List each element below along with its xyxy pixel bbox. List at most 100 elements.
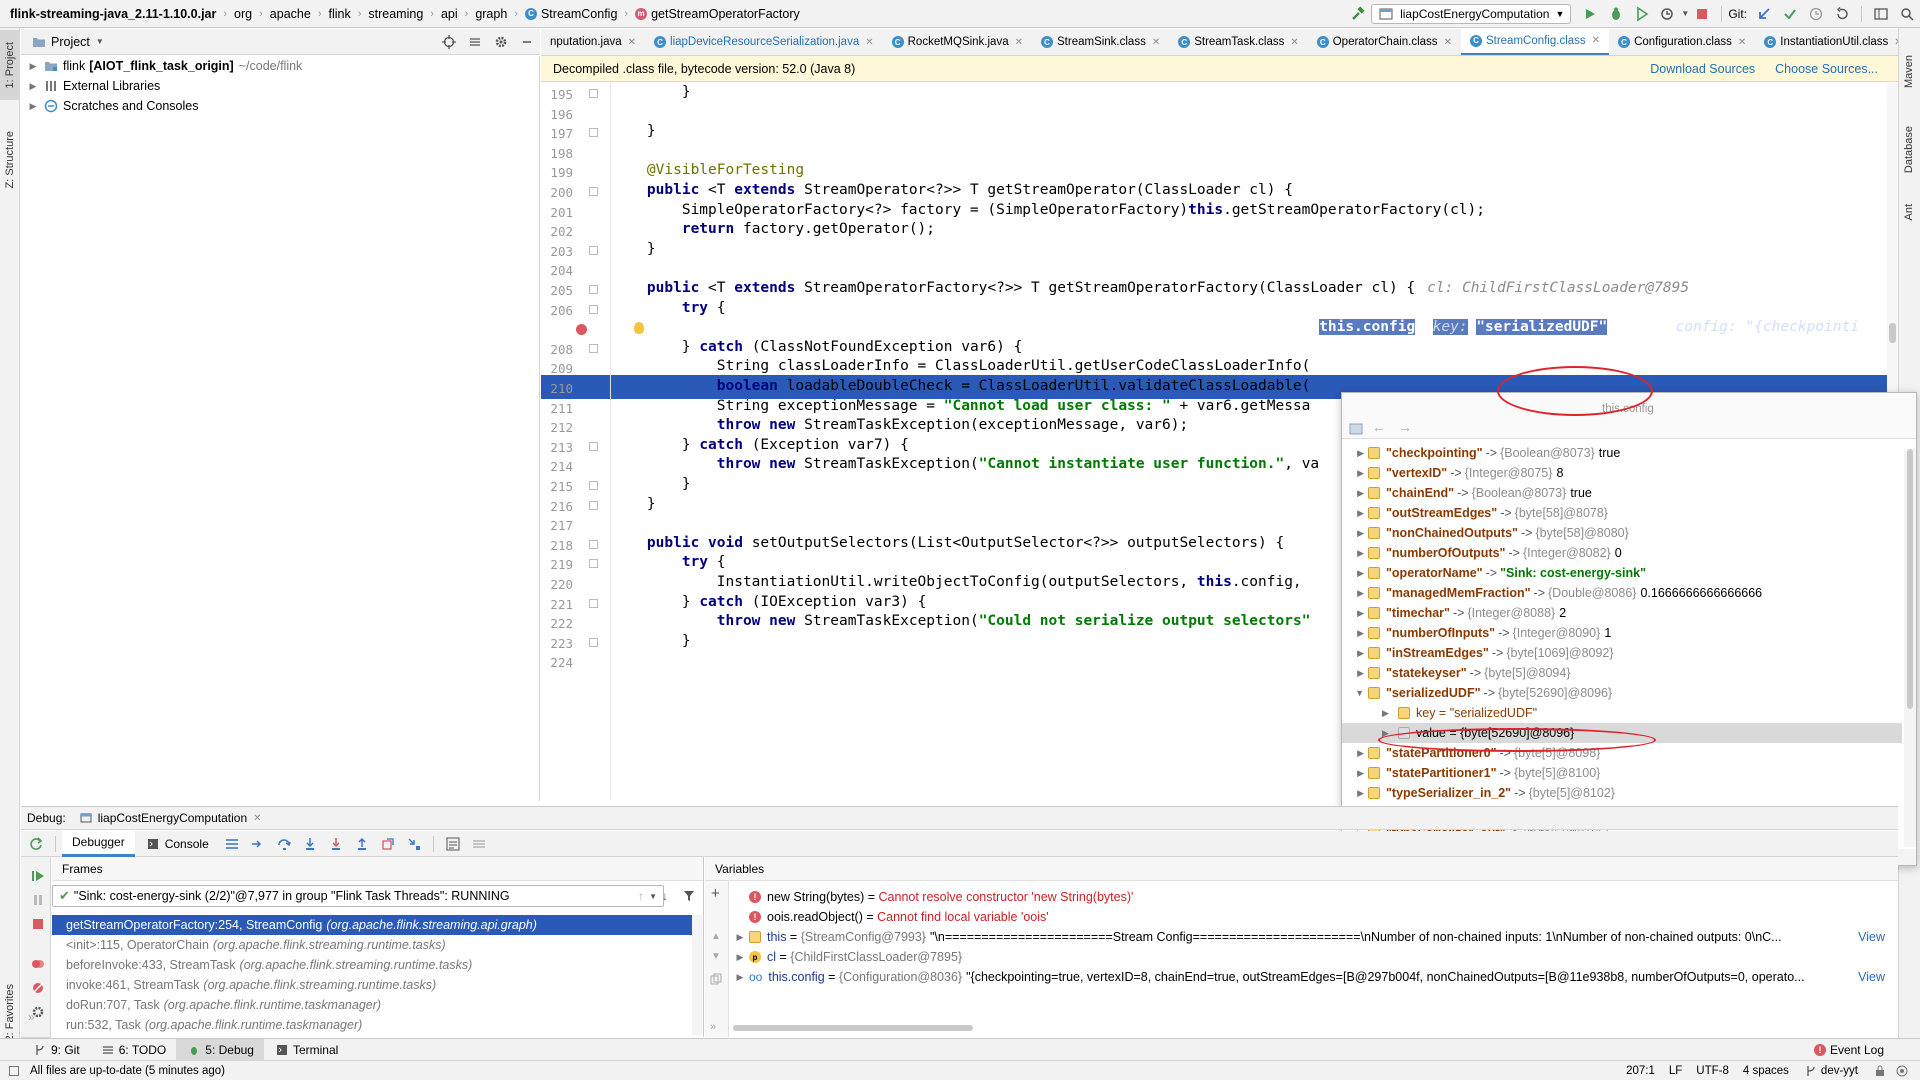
- bottom-tab-debug[interactable]: 5: Debug: [176, 1038, 264, 1061]
- tool-tab-database[interactable]: Database: [1899, 110, 1919, 190]
- fold-marker-icon[interactable]: [589, 539, 598, 549]
- variables-hscrollbar-thumb[interactable]: [733, 1025, 973, 1031]
- view-link[interactable]: View: [1858, 970, 1885, 984]
- drop-frame-icon[interactable]: [377, 833, 399, 855]
- bottom-tab-git[interactable]: 9: Git: [22, 1039, 90, 1061]
- fold-marker-icon[interactable]: [589, 637, 598, 647]
- show-execution-point-icon[interactable]: [247, 833, 269, 855]
- status-square-icon[interactable]: [6, 1063, 22, 1079]
- expand-arrow-icon[interactable]: ▶: [1342, 588, 1364, 599]
- back-arrow-icon[interactable]: ←: [1372, 419, 1386, 435]
- tree-view-icon[interactable]: [1348, 421, 1364, 437]
- resume-icon[interactable]: [27, 865, 49, 887]
- expand-arrow-icon[interactable]: ▶: [1342, 648, 1364, 659]
- breadcrumb-item[interactable]: flink: [328, 7, 350, 21]
- fold-marker-icon[interactable]: [589, 245, 598, 255]
- bottom-tab-todo[interactable]: 6: TODO: [90, 1039, 177, 1061]
- popup-entry[interactable]: ▶ "typeSerializer_in_2" -> {byte[5]@8102}: [1342, 783, 1902, 803]
- expand-arrow-icon[interactable]: ▼: [1342, 688, 1364, 698]
- history-icon[interactable]: [1805, 3, 1827, 25]
- line-separator[interactable]: LF: [1669, 1065, 1682, 1077]
- close-icon[interactable]: ✕: [1444, 37, 1452, 48]
- breadcrumb-item[interactable]: streaming: [368, 7, 423, 21]
- frames-scrollbar[interactable]: [692, 915, 702, 1035]
- git-commit-icon[interactable]: [1779, 3, 1801, 25]
- tree-item-scratches[interactable]: ▶ Scratches and Consoles: [21, 96, 539, 116]
- variables-hscrollbar[interactable]: [733, 1021, 1893, 1035]
- editor-tab[interactable]: Cnputation.java✕: [541, 29, 645, 55]
- breadcrumb-item[interactable]: graph: [475, 7, 507, 21]
- close-icon[interactable]: ✕: [628, 37, 636, 48]
- copy-icon[interactable]: [710, 973, 722, 988]
- popup-entry[interactable]: ▼ "serializedUDF" -> {byte[52690]@8096}: [1342, 683, 1902, 703]
- expand-arrow-icon[interactable]: ▶: [1342, 748, 1364, 759]
- fold-marker-icon[interactable]: [589, 128, 598, 138]
- file-encoding[interactable]: UTF-8: [1696, 1065, 1729, 1077]
- run-configuration-select[interactable]: liapCostEnergyComputation ▼: [1371, 3, 1572, 24]
- popup-entry[interactable]: ▶ "vertexID" -> {Integer@8075} 8: [1342, 463, 1902, 483]
- pause-icon[interactable]: [27, 889, 49, 911]
- arrow-up-icon[interactable]: ▲: [711, 931, 721, 942]
- breadcrumb-item[interactable]: org: [234, 7, 252, 21]
- lock-icon[interactable]: [1872, 1063, 1888, 1079]
- popup-entry[interactable]: ▶ "operatorName" -> "Sink: cost-energy-sink…: [1342, 563, 1902, 583]
- choose-sources-link[interactable]: Choose Sources...: [1775, 62, 1878, 76]
- fold-marker-icon[interactable]: [589, 343, 598, 353]
- expand-arrow-icon[interactable]: ▶: [27, 101, 39, 112]
- editor-tab[interactable]: C RocketMQSink.java ✕: [883, 29, 1032, 55]
- tool-tab-maven[interactable]: Maven: [1899, 42, 1919, 102]
- debug-icon[interactable]: [1605, 3, 1627, 25]
- editor-tab[interactable]: C StreamSink.class ✕: [1032, 29, 1169, 55]
- project-structure-icon[interactable]: [1870, 3, 1892, 25]
- mute-breakpoints-icon[interactable]: [27, 977, 49, 999]
- arrow-down-icon[interactable]: ▼: [711, 951, 721, 962]
- breadcrumb-item[interactable]: apache: [270, 7, 311, 21]
- popup-scrollbar-thumb[interactable]: [1907, 449, 1913, 709]
- fold-marker-icon[interactable]: [589, 304, 598, 314]
- variable-row[interactable]: ! oois.readObject() = Cannot find local v…: [733, 907, 1893, 927]
- fold-marker-icon[interactable]: [589, 441, 598, 451]
- coverage-icon[interactable]: [1631, 3, 1653, 25]
- download-sources-link[interactable]: Download Sources: [1650, 62, 1755, 76]
- variable-row[interactable]: ▶ oo this.config = {Configuration@8036} "{c…: [733, 967, 1893, 987]
- close-icon[interactable]: ✕: [1015, 37, 1023, 48]
- expand-arrow-icon[interactable]: ▶: [1342, 468, 1364, 479]
- rollback-icon[interactable]: [1831, 3, 1853, 25]
- force-step-into-icon[interactable]: [325, 833, 347, 855]
- cursor-position[interactable]: 207:1: [1626, 1065, 1655, 1077]
- view-link[interactable]: View: [1858, 930, 1885, 944]
- close-icon[interactable]: ✕: [1738, 37, 1746, 48]
- value-popup[interactable]: this.config ← → ▶ "checkpointing" -> {Boole…: [1341, 392, 1917, 866]
- stack-frame[interactable]: doRun:707, Task (org.apache.flink.runtime…: [52, 995, 692, 1015]
- variable-row[interactable]: ▶ p cl = {ChildFirstClassLoader@7895}: [733, 947, 1893, 967]
- locate-icon[interactable]: [438, 31, 460, 53]
- popup-entry[interactable]: ▶ "checkpointing" -> {Boolean@8073} true: [1342, 443, 1902, 463]
- stack-frame[interactable]: <init>:115, OperatorChain (org.apache.fli…: [52, 935, 692, 955]
- fold-marker-icon[interactable]: [589, 559, 598, 569]
- popup-entry[interactable]: ▶ "inStreamEdges" -> {byte[1069]@8092}: [1342, 643, 1902, 663]
- expand-arrow-icon[interactable]: ▶: [1342, 548, 1364, 559]
- close-icon[interactable]: ✕: [865, 37, 873, 48]
- close-icon[interactable]: ✕: [1152, 37, 1160, 48]
- run-icon[interactable]: [1579, 3, 1601, 25]
- stop-icon[interactable]: [27, 913, 49, 935]
- editor-tab[interactable]: CInstantiationUtil.class ✕: [1755, 29, 1898, 55]
- bottom-tab-terminal[interactable]: Terminal: [264, 1039, 348, 1061]
- expand-arrow-icon[interactable]: ▶: [1342, 608, 1364, 619]
- editor-scrollbar-thumb[interactable]: [1889, 323, 1896, 343]
- stack-frame[interactable]: beforeInvoke:433, StreamTask (org.apache.…: [52, 955, 692, 975]
- gear-icon[interactable]: [490, 31, 512, 53]
- popup-entry[interactable]: ▶ "statePartitioner1" -> {byte[5]@8100}: [1342, 763, 1902, 783]
- popup-entry[interactable]: ▶ "numberOfInputs" -> {Integer@8090} 1: [1342, 623, 1902, 643]
- close-icon[interactable]: ✕: [253, 813, 261, 824]
- expand-arrow-icon[interactable]: ▶: [1342, 628, 1364, 639]
- popup-sub-entry-key[interactable]: ▶ key = "serializedUDF": [1342, 703, 1902, 723]
- popup-entry[interactable]: ▶ "chainEnd" -> {Boolean@8073} true: [1342, 483, 1902, 503]
- arrow-up-icon[interactable]: ↑: [630, 885, 652, 907]
- inspector-icon[interactable]: [1894, 1063, 1910, 1079]
- run-to-cursor-icon[interactable]: [403, 833, 425, 855]
- tool-tab-project[interactable]: 1: Project: [0, 30, 20, 100]
- trace-stream-icon[interactable]: [468, 833, 490, 855]
- variable-row[interactable]: ▶ this = {StreamConfig@7993} "\n==========…: [733, 927, 1893, 947]
- fold-marker-icon[interactable]: [589, 481, 598, 490]
